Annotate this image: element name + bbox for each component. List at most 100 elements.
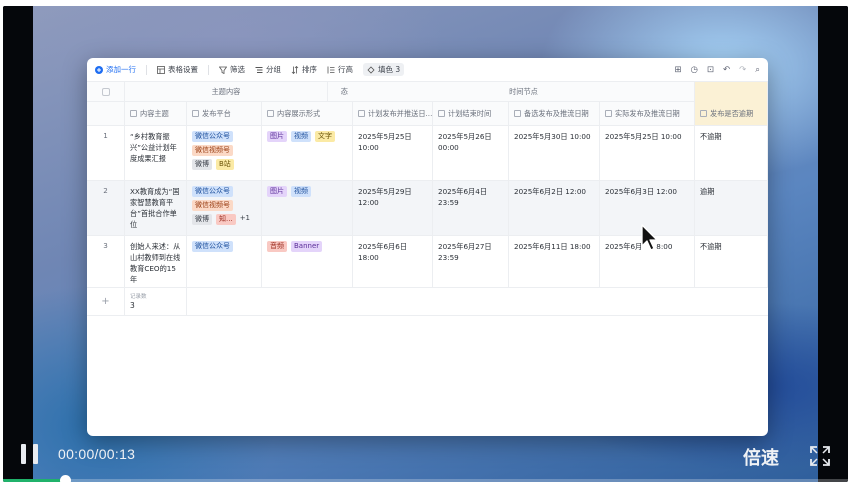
redo-icon[interactable]: ↷ [739, 65, 746, 75]
undo-icon[interactable]: ↶ [723, 65, 730, 75]
add-row-button[interactable]: 添加一行 [95, 64, 136, 75]
group-header-time: 时间节点 [353, 82, 695, 102]
header-index-cell [87, 102, 125, 126]
clock-icon[interactable]: ◷ [690, 65, 697, 75]
pause-button[interactable] [21, 444, 41, 464]
sort-button[interactable]: 排序 [291, 64, 317, 75]
cell-planned-start[interactable]: 2025年5月29日 12:00 [353, 181, 433, 236]
toolbar-divider [146, 64, 147, 75]
cell-format[interactable]: 图片 视频 [262, 181, 353, 236]
row-number: 2 [87, 181, 125, 236]
column-header-actual-date[interactable]: 实际发布及推流日期 [600, 102, 695, 126]
cell-topic[interactable]: “乡村教育振兴”公益计划年度成果汇报 [125, 126, 187, 181]
cell-planned-end[interactable]: 2025年5月26日 00:00 [433, 126, 509, 181]
cell-format[interactable]: 图片 视频 文字 [262, 126, 353, 181]
cell-planned-end[interactable]: 2025年6月4日 23:59 [433, 181, 509, 236]
progress-knob[interactable] [60, 475, 71, 482]
record-count: 记录数 3 [125, 288, 187, 316]
table-settings-button[interactable]: 表格设置 [157, 64, 198, 75]
multiselect-field-icon [267, 110, 274, 117]
fullscreen-icon[interactable] [809, 445, 831, 467]
table-toolbar: 添加一行 表格设置 筛选 分组 排序 行高 填色 3 ⊞ ◷ ⊡ ↶ ↷ ⌕ [87, 58, 768, 82]
cell-overdue[interactable]: 不逾期 [695, 126, 768, 181]
column-platform-label: 发布平台 [202, 108, 231, 118]
cell-topic[interactable]: 创始人来述：从山村教师到在线教育CEO的15年 [125, 236, 187, 288]
speed-button[interactable]: 倍速 [743, 444, 779, 470]
letterbox-right [818, 6, 848, 482]
export-icon[interactable]: ⊡ [707, 65, 714, 75]
cell-planned-start[interactable]: 2025年6月6日 18:00 [353, 236, 433, 288]
cell-topic[interactable]: XX教育成为“国家智慧教育平台”首批合作单位 [125, 181, 187, 236]
table-row[interactable]: 2 XX教育成为“国家智慧教育平台”首批合作单位 微信公众号 微信视频号 微博 … [87, 181, 768, 236]
group-time-label: 时间节点 [509, 86, 538, 96]
sort-icon [291, 65, 299, 74]
cell-overdue[interactable]: 不逾期 [695, 236, 768, 288]
table-row[interactable]: 3 创始人来述：从山村教师到在线教育CEO的15年 微信公众号 音频 Banne… [87, 236, 768, 288]
filter-button[interactable]: 筛选 [219, 64, 245, 75]
footer-spacer [187, 288, 768, 316]
column-header-format[interactable]: 内容展示形式 [262, 102, 353, 126]
column-format-label: 内容展示形式 [277, 108, 321, 118]
table-row[interactable]: 1 “乡村教育振兴”公益计划年度成果汇报 微信公众号 微信视频号 微博 B站 图… [87, 126, 768, 181]
fill-color-label: 填色 3 [378, 65, 401, 74]
sort-label: 排序 [302, 65, 317, 74]
platform-tag: 微信视频号 [192, 145, 233, 156]
time-display: 00:00/00:13 [58, 446, 136, 462]
group-button[interactable]: 分组 [255, 64, 281, 75]
more-tags-count[interactable]: +1 [240, 214, 250, 225]
column-header-platform[interactable]: 发布平台 [187, 102, 262, 126]
cell-platform[interactable]: 微信公众号 [187, 236, 262, 288]
date-field-icon [358, 110, 365, 117]
video-player[interactable]: 添加一行 表格设置 筛选 分组 排序 行高 填色 3 ⊞ ◷ ⊡ ↶ ↷ ⌕ 主… [3, 6, 848, 482]
platform-tag: 微博 [192, 214, 212, 225]
column-topic-label: 内容主题 [140, 108, 169, 118]
format-tag: 音频 [267, 241, 287, 252]
cell-actual-date[interactable]: 2025年5月25日 10:00 [600, 126, 695, 181]
row-number: 3 [87, 236, 125, 288]
column-header-topic[interactable]: 内容主题 [125, 102, 187, 126]
fill-color-button[interactable]: 填色 3 [363, 63, 405, 76]
group-header-row: 主题内容 态 时间节点 [87, 82, 768, 102]
cell-backup-date[interactable]: 2025年6月11日 18:00 [509, 236, 600, 288]
row-height-icon [327, 66, 335, 73]
format-tag: 视频 [291, 186, 311, 197]
row-height-button[interactable]: 行高 [327, 64, 353, 75]
column-header-backup-date[interactable]: 备选发布及推流日期 [509, 102, 600, 126]
cell-platform[interactable]: 微信公众号 微信视频号 微博 B站 [187, 126, 262, 181]
letterbox-left [3, 6, 33, 482]
cell-format[interactable]: 音频 Banner [262, 236, 353, 288]
column-header-planned-start[interactable]: 计划发布并推送日... [353, 102, 433, 126]
plus-circle-icon [95, 65, 103, 74]
column-planned-end-label: 计划结束时间 [448, 108, 492, 118]
paint-bucket-icon [367, 65, 375, 74]
cell-planned-start[interactable]: 2025年5月25日 10:00 [353, 126, 433, 181]
group-header-gap: 态 [328, 82, 353, 102]
cell-planned-end[interactable]: 2025年6月27日 23:59 [433, 236, 509, 288]
format-tag: 图片 [267, 186, 287, 197]
table-settings-label: 表格设置 [168, 65, 198, 74]
header-checkbox-cell[interactable] [87, 82, 125, 102]
cell-backup-date[interactable]: 2025年6月2日 12:00 [509, 181, 600, 236]
cell-backup-date[interactable]: 2025年5月30日 10:00 [509, 126, 600, 181]
cell-platform[interactable]: 微信公众号 微信视频号 微博 知... +1 [187, 181, 262, 236]
column-header-planned-end[interactable]: 计划结束时间 [433, 102, 509, 126]
cell-overdue[interactable]: 逾期 [695, 181, 768, 236]
pause-icon [21, 444, 26, 464]
pause-icon-bar [33, 444, 38, 464]
column-header-overdue[interactable]: 发布是否逾期 [695, 102, 768, 126]
add-record-button[interactable]: + [87, 288, 125, 316]
formula-field-icon [700, 110, 707, 117]
mouse-pointer-icon [641, 224, 658, 251]
platform-tag: 微信公众号 [192, 186, 233, 197]
record-count-label: 记录数 [130, 294, 147, 300]
share-icon[interactable]: ⊞ [674, 65, 681, 75]
table-footer: + 记录数 3 [87, 288, 768, 316]
select-all-checkbox[interactable] [101, 87, 110, 96]
progress-bar[interactable] [3, 475, 848, 482]
platform-tag: 微信公众号 [192, 241, 233, 252]
format-tag: Banner [291, 241, 323, 252]
search-icon[interactable]: ⌕ [755, 65, 760, 75]
spreadsheet-window: 添加一行 表格设置 筛选 分组 排序 行高 填色 3 ⊞ ◷ ⊡ ↶ ↷ ⌕ 主… [87, 58, 768, 436]
date-field-icon [514, 110, 521, 117]
player-controls: 00:00/00:13 倍速 [3, 422, 848, 482]
